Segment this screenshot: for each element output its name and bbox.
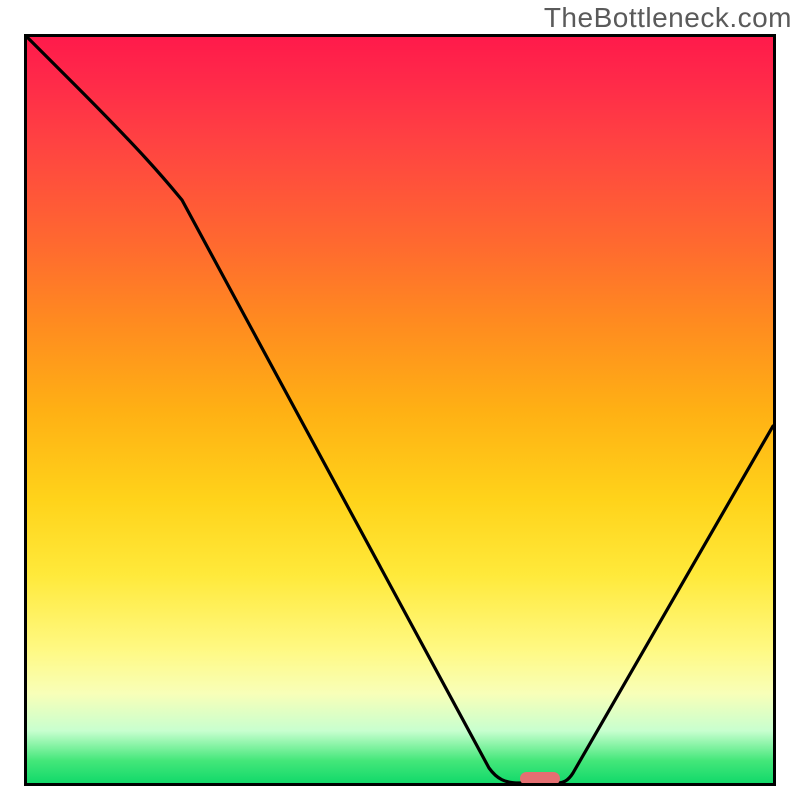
curve-layer [27, 37, 773, 783]
bottleneck-curve [27, 37, 773, 783]
optimal-marker [520, 772, 560, 783]
plot-area [24, 34, 776, 786]
watermark-text: TheBottleneck.com [544, 2, 792, 34]
chart-frame: TheBottleneck.com [0, 0, 800, 800]
